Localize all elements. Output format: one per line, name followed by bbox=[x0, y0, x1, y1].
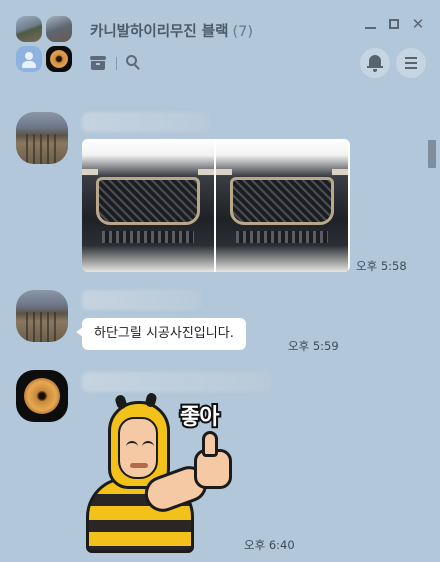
emoticon-sticker[interactable]: 좋아 bbox=[82, 391, 242, 553]
message-time: 오후 5:59 bbox=[288, 339, 339, 353]
member-avatar bbox=[46, 16, 72, 42]
message-time: 오후 6:40 bbox=[244, 538, 295, 552]
chat-header: 카니발하이리무진 블랙 (7) ✕ bbox=[0, 0, 440, 90]
drawer-icon[interactable] bbox=[90, 56, 106, 70]
message-time: 오후 5:58 bbox=[356, 259, 407, 273]
group-avatar[interactable] bbox=[16, 16, 74, 74]
menu-icon bbox=[405, 57, 417, 59]
default-profile-icon bbox=[16, 46, 42, 72]
member-count: (7) bbox=[232, 24, 253, 40]
member-avatar bbox=[46, 46, 72, 72]
chat-title: 카니발하이리무진 블랙 (7) bbox=[90, 20, 253, 41]
menu-button[interactable] bbox=[396, 48, 426, 78]
close-button[interactable]: ✕ bbox=[407, 14, 429, 34]
member-avatar bbox=[16, 16, 42, 42]
sender-name-blurred bbox=[82, 290, 202, 310]
sender-name-blurred bbox=[82, 372, 272, 392]
sender-avatar[interactable] bbox=[16, 370, 68, 422]
sender-avatar[interactable] bbox=[16, 290, 68, 342]
sender-name-blurred bbox=[82, 112, 210, 132]
sticker-text: 좋아 bbox=[178, 403, 222, 432]
donut-image bbox=[24, 378, 60, 414]
photo-message[interactable] bbox=[82, 139, 350, 272]
notification-button[interactable] bbox=[360, 48, 390, 78]
search-icon[interactable] bbox=[126, 55, 142, 71]
sender-avatar[interactable] bbox=[16, 112, 68, 164]
maximize-button[interactable] bbox=[383, 14, 405, 34]
toolbar-divider bbox=[116, 57, 117, 70]
sticker-face bbox=[118, 417, 158, 479]
scrollbar-thumb[interactable] bbox=[428, 140, 436, 168]
chat-title-text: 카니발하이리무진 블랙 bbox=[90, 24, 229, 40]
minimize-button[interactable] bbox=[359, 14, 381, 34]
grille-photo[interactable] bbox=[82, 139, 214, 272]
grille-photo[interactable] bbox=[216, 139, 348, 272]
maximize-icon bbox=[389, 19, 399, 29]
minimize-icon bbox=[365, 27, 376, 29]
text-message-bubble[interactable]: 하단그릴 시공사진입니다. bbox=[76, 318, 246, 350]
close-icon: ✕ bbox=[411, 15, 425, 33]
